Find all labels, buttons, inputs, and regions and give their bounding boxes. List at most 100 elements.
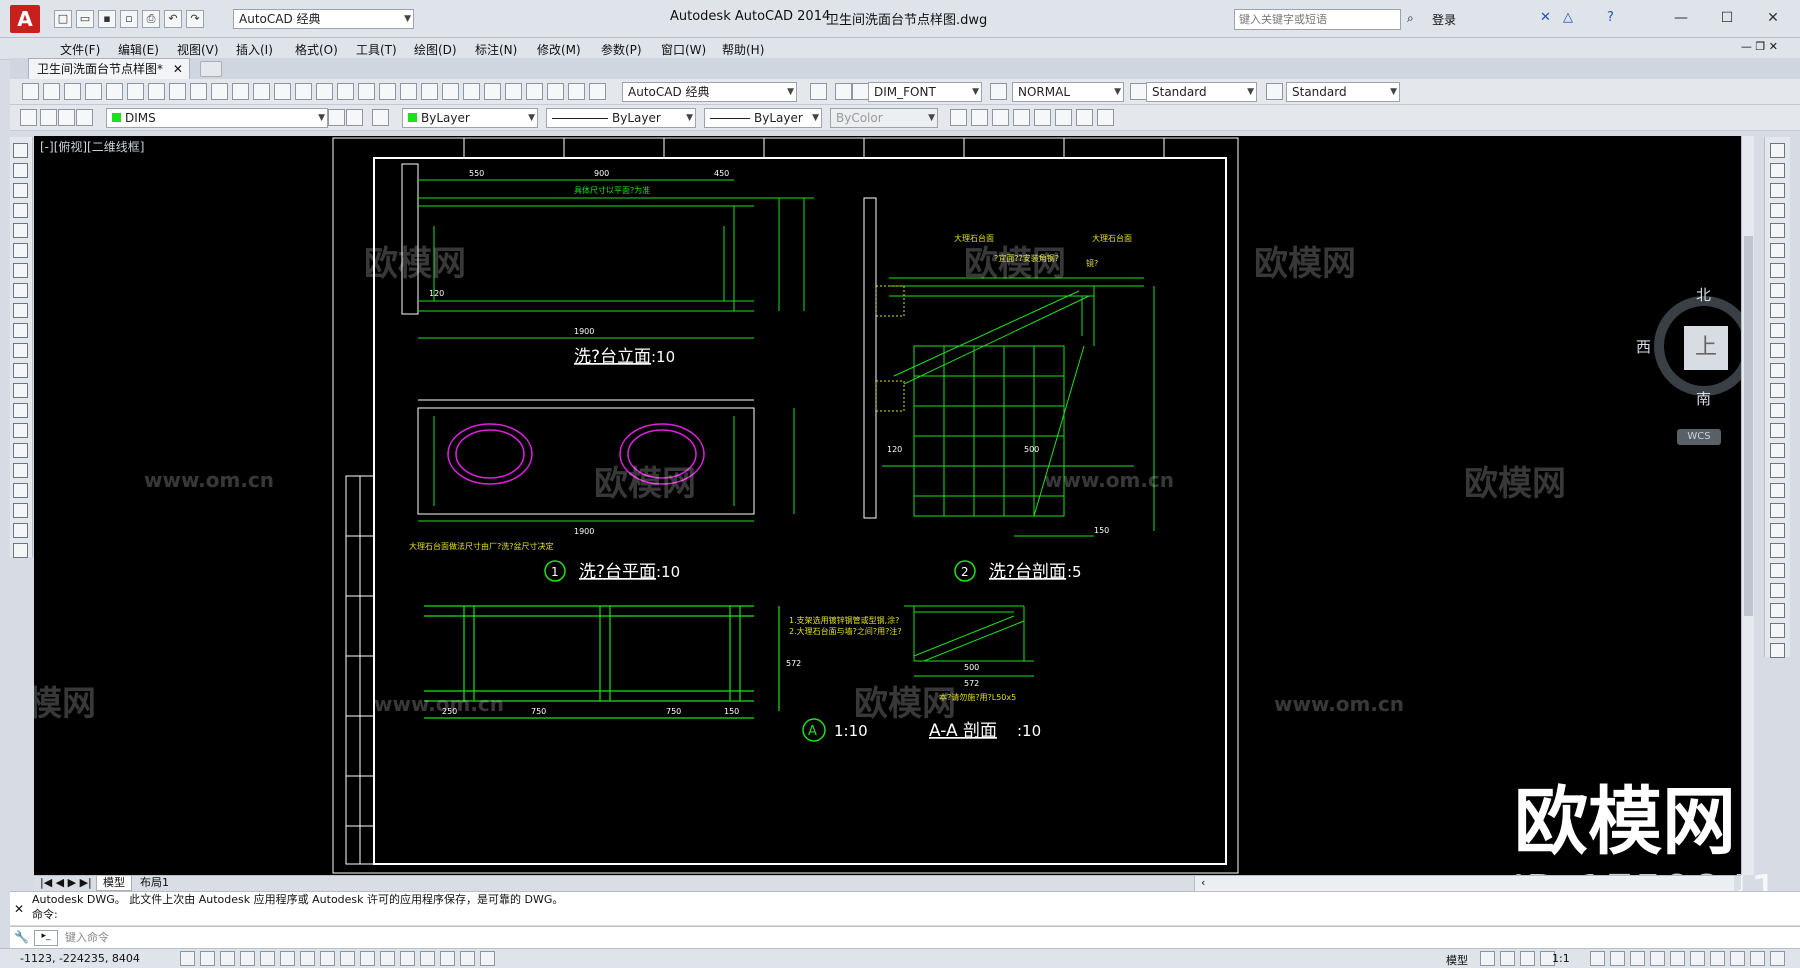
modify-tool-17-icon[interactable] xyxy=(1770,463,1785,478)
status-toggle-14-icon[interactable] xyxy=(440,951,455,966)
linetype-combo[interactable]: ByLayer ▼ xyxy=(546,108,696,128)
standard-tool-2-icon[interactable] xyxy=(43,83,60,100)
draw-tool-21-icon[interactable] xyxy=(13,543,28,558)
autocad-logo-icon[interactable]: A xyxy=(10,5,40,33)
layer-tool-11-icon[interactable] xyxy=(992,109,1009,126)
status-toggle-8-icon[interactable] xyxy=(320,951,335,966)
status-toggle-12-icon[interactable] xyxy=(400,951,415,966)
status-toggle-15-icon[interactable] xyxy=(460,951,475,966)
modify-tool-5-icon[interactable] xyxy=(1770,223,1785,238)
status-toggle-27-icon[interactable] xyxy=(1710,951,1725,966)
draw-tool-7-icon[interactable] xyxy=(13,263,28,278)
layer-tool-6-icon[interactable] xyxy=(328,109,345,126)
modify-tool-21-icon[interactable] xyxy=(1770,543,1785,558)
modify-tool-14-icon[interactable] xyxy=(1770,403,1785,418)
modify-tool-1-icon[interactable] xyxy=(1770,143,1785,158)
status-toggle-4-icon[interactable] xyxy=(240,951,255,966)
menu-window[interactable]: 窗口(W) xyxy=(661,41,706,58)
status-toggle-13-icon[interactable] xyxy=(420,951,435,966)
modify-tool-2-icon[interactable] xyxy=(1770,163,1785,178)
layer-tool-15-icon[interactable] xyxy=(1076,109,1093,126)
standard-tool-13-icon[interactable] xyxy=(274,83,291,100)
viewcube-south[interactable]: 南 xyxy=(1696,388,1711,409)
exchange-icon[interactable]: ✕ xyxy=(1540,10,1551,25)
standard-tool-24-icon[interactable] xyxy=(505,83,522,100)
standard-tool-25-icon[interactable] xyxy=(526,83,543,100)
status-toggle-22-icon[interactable] xyxy=(1610,951,1625,966)
maximize-button[interactable]: ☐ xyxy=(1710,6,1744,30)
tab-layout1[interactable]: 布局1 xyxy=(134,876,175,891)
standard-tool-15-icon[interactable] xyxy=(316,83,333,100)
help-icon[interactable]: ? xyxy=(1607,10,1614,25)
viewcube-north[interactable]: 北 xyxy=(1696,284,1711,305)
modify-tool-25-icon[interactable] xyxy=(1770,623,1785,638)
status-toggle-17-icon[interactable] xyxy=(1480,951,1495,966)
close-tab-icon[interactable]: ✕ xyxy=(173,62,183,76)
layer-tool-3-icon[interactable] xyxy=(58,109,75,126)
standard-tool-5-icon[interactable] xyxy=(106,83,123,100)
redo-icon[interactable]: ↷ xyxy=(186,10,204,28)
modify-tool-13-icon[interactable] xyxy=(1770,383,1785,398)
status-toggle-3-icon[interactable] xyxy=(220,951,235,966)
a360-icon[interactable]: △ xyxy=(1563,10,1573,25)
standard-tool-12-icon[interactable] xyxy=(253,83,270,100)
standard-tool-19-icon[interactable] xyxy=(400,83,417,100)
status-toggle-19-icon[interactable] xyxy=(1520,951,1535,966)
draw-tool-2-icon[interactable] xyxy=(13,163,28,178)
modify-tool-22-icon[interactable] xyxy=(1770,563,1785,578)
layer-tool-7-icon[interactable] xyxy=(346,109,363,126)
status-toggle-11-icon[interactable] xyxy=(380,951,395,966)
tab-model[interactable]: 模型 xyxy=(96,876,132,891)
status-toggle-7-icon[interactable] xyxy=(300,951,315,966)
standard-tool-14-icon[interactable] xyxy=(295,83,312,100)
annotation-scale[interactable]: 1:1 xyxy=(1552,952,1570,965)
status-toggle-16-icon[interactable] xyxy=(480,951,495,966)
standard-tool-4-icon[interactable] xyxy=(85,83,102,100)
draw-tool-18-icon[interactable] xyxy=(13,483,28,498)
text-style-combo[interactable]: DIM_FONT ▼ xyxy=(868,82,982,102)
standard-tool-23-icon[interactable] xyxy=(484,83,501,100)
layout-nav-icons[interactable]: |◀ ◀ ▶ ▶| xyxy=(34,876,98,891)
modify-tool-10-icon[interactable] xyxy=(1770,323,1785,338)
draw-tool-15-icon[interactable] xyxy=(13,423,28,438)
modify-tool-24-icon[interactable] xyxy=(1770,603,1785,618)
draw-tool-5-icon[interactable] xyxy=(13,223,28,238)
undo-icon[interactable]: ↶ xyxy=(164,10,182,28)
draw-tool-16-icon[interactable] xyxy=(13,443,28,458)
standard-tool-33-icon[interactable] xyxy=(1130,83,1147,100)
status-toggle-29-icon[interactable] xyxy=(1750,951,1765,966)
login-link[interactable]: 登录 xyxy=(1432,11,1456,28)
status-toggle-30-icon[interactable] xyxy=(1770,951,1785,966)
standard-tool-17-icon[interactable] xyxy=(358,83,375,100)
layer-tool-14-icon[interactable] xyxy=(1055,109,1072,126)
layer-tool-12-icon[interactable] xyxy=(1013,109,1030,126)
modify-tool-16-icon[interactable] xyxy=(1770,443,1785,458)
draw-tool-13-icon[interactable] xyxy=(13,383,28,398)
standard-tool-21-icon[interactable] xyxy=(442,83,459,100)
status-toggle-21-icon[interactable] xyxy=(1590,951,1605,966)
new-tab-button[interactable] xyxy=(200,61,222,77)
draw-tool-9-icon[interactable] xyxy=(13,303,28,318)
standard-tool-26-icon[interactable] xyxy=(547,83,564,100)
close-button[interactable]: ✕ xyxy=(1756,6,1790,30)
menu-format[interactable]: 格式(O) xyxy=(295,41,338,58)
standard-tool-29-icon[interactable] xyxy=(810,83,827,100)
draw-tool-14-icon[interactable] xyxy=(13,403,28,418)
standard-tool-8-icon[interactable] xyxy=(169,83,186,100)
color-combo[interactable]: ByLayer ▼ xyxy=(402,108,538,128)
modify-tool-3-icon[interactable] xyxy=(1770,183,1785,198)
standard-tool-30-icon[interactable] xyxy=(835,83,852,100)
lineweight-combo[interactable]: ByLayer ▼ xyxy=(704,108,822,128)
status-toggle-23-icon[interactable] xyxy=(1630,951,1645,966)
doc-window-controls[interactable]: — ❐ ✕ xyxy=(1741,40,1778,53)
viewcube-top[interactable]: 上 xyxy=(1684,326,1728,370)
dim-style-combo[interactable]: NORMAL ▼ xyxy=(1012,82,1124,102)
draw-tool-20-icon[interactable] xyxy=(13,523,28,538)
modify-tool-4-icon[interactable] xyxy=(1770,203,1785,218)
modify-tool-20-icon[interactable] xyxy=(1770,523,1785,538)
menu-dimension[interactable]: 标注(N) xyxy=(475,41,517,58)
standard-tool-9-icon[interactable] xyxy=(190,83,207,100)
minimize-button[interactable]: — xyxy=(1664,6,1698,30)
menu-draw[interactable]: 绘图(D) xyxy=(414,41,457,58)
layer-tool-13-icon[interactable] xyxy=(1034,109,1051,126)
